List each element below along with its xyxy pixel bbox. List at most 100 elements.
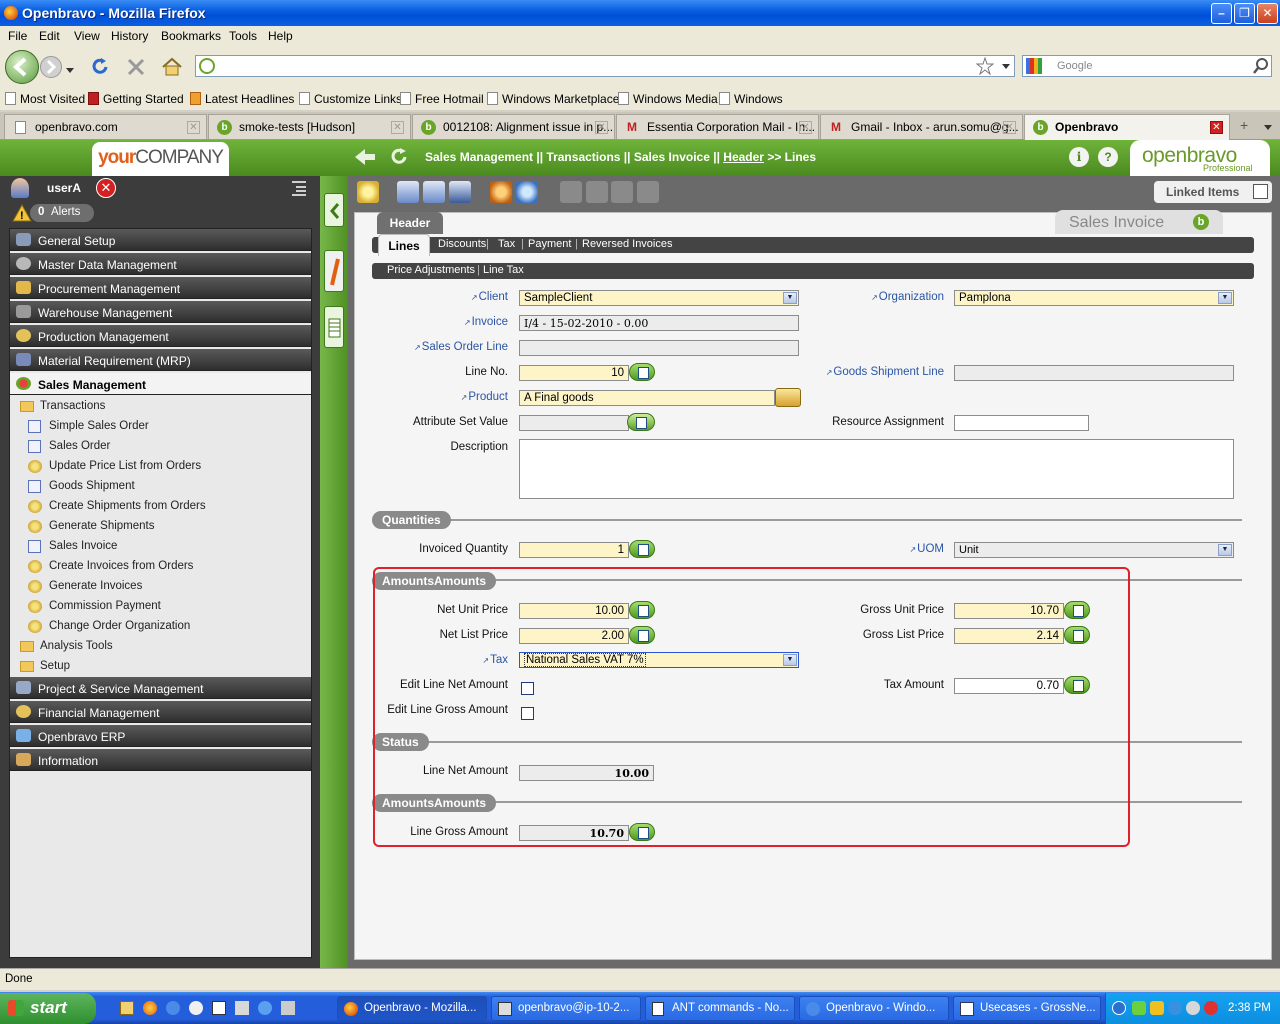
organization-label[interactable]: Organization <box>835 291 944 303</box>
product-label[interactable]: Product <box>430 391 508 403</box>
bookmark-customize-links[interactable]: Customize Links <box>299 92 402 106</box>
quantities-section-header[interactable]: Quantities <box>372 511 451 529</box>
menu-tools[interactable]: Tools <box>229 29 257 43</box>
search-icon[interactable] <box>1253 58 1269 74</box>
bookmark-star-icon[interactable] <box>976 57 994 75</box>
browser-tab-openbravo-com[interactable]: openbravo.com ✕ <box>4 114 207 139</box>
description-textarea[interactable] <box>519 439 1234 499</box>
menu-openbravo-erp[interactable]: Openbravo ERP <box>10 725 311 747</box>
menu-financial[interactable]: Financial Management <box>10 701 311 723</box>
tab-discounts[interactable]: Discounts <box>438 238 486 250</box>
menu-item-generate-invoices[interactable]: Generate Invoices <box>49 580 142 592</box>
task-usecases-doc[interactable]: Usecases - GrossNe... <box>953 996 1101 1021</box>
user-name[interactable]: userA <box>47 181 81 195</box>
close-tab-icon[interactable]: ✕ <box>1003 121 1016 134</box>
menu-item-update-price-list[interactable]: Update Price List from Orders <box>49 460 201 472</box>
menu-item-sales-invoice[interactable]: Sales Invoice <box>49 540 117 552</box>
line-no-input[interactable]: 10 <box>519 365 629 381</box>
new-tab-icon[interactable]: + <box>1240 117 1248 133</box>
quicklaunch-folder-icon[interactable] <box>120 1001 134 1015</box>
tray-expand-icon[interactable] <box>1112 1001 1126 1015</box>
menu-mrp[interactable]: Material Requirement (MRP) <box>10 349 311 371</box>
next-record-icon[interactable] <box>611 181 633 203</box>
edit-view-button[interactable] <box>324 250 344 292</box>
calculator-icon[interactable] <box>629 363 655 381</box>
breadcrumb-header-link[interactable]: Header <box>723 150 764 164</box>
invoiced-quantity-input[interactable]: 1 <box>519 542 629 558</box>
resource-assignment-input[interactable] <box>954 415 1089 431</box>
search-record-icon[interactable] <box>516 181 538 203</box>
menu-master-data[interactable]: Master Data Management <box>10 253 311 275</box>
collapse-left-panel-button[interactable] <box>324 193 344 227</box>
menu-item-create-shipments[interactable]: Create Shipments from Orders <box>49 500 206 512</box>
client-select[interactable]: SampleClient ▼ <box>519 290 799 306</box>
calculator-icon[interactable] <box>629 540 655 558</box>
tab-reversed-invoices[interactable]: Reversed Invoices <box>582 238 673 250</box>
save-icon[interactable] <box>449 181 471 203</box>
menu-help[interactable]: Help <box>268 29 293 43</box>
product-selector-icon[interactable] <box>775 388 801 407</box>
task-ssh-session[interactable]: openbravo@ip-10-2... <box>491 996 641 1021</box>
client-label[interactable]: Client <box>440 291 508 303</box>
tab-price-adjustments[interactable]: Price Adjustments <box>387 264 475 276</box>
search-bar[interactable]: Google <box>1022 55 1272 77</box>
stop-button[interactable] <box>125 56 147 78</box>
tab-header[interactable]: Header <box>377 212 443 234</box>
bookmark-latest-headlines[interactable]: Latest Headlines <box>190 92 294 106</box>
task-openbravo-firefox[interactable]: Openbravo - Mozilla... <box>337 996 487 1021</box>
bookmark-free-hotmail[interactable]: Free Hotmail <box>400 92 484 106</box>
quicklaunch-desktop-icon[interactable] <box>212 1001 226 1015</box>
goods-shipment-line-label[interactable]: Goods Shipment Line <box>820 366 944 378</box>
quicklaunch-firefox-icon[interactable] <box>143 1001 157 1015</box>
tray-network-icon[interactable] <box>1150 1001 1164 1015</box>
close-window-button[interactable]: ✕ <box>1257 3 1278 24</box>
first-record-icon[interactable] <box>560 181 582 203</box>
menu-information[interactable]: Information <box>10 749 311 771</box>
back-nav-button[interactable] <box>354 147 376 167</box>
history-dropdown[interactable] <box>66 63 74 73</box>
bookmark-most-visited[interactable]: Most Visited <box>5 92 85 106</box>
tab-list-dropdown[interactable] <box>1264 120 1272 134</box>
start-button[interactable]: start <box>0 993 96 1024</box>
browser-tab-gmail[interactable]: M Gmail - Inbox - arun.somu@g... ✕ <box>820 114 1023 139</box>
refresh-button[interactable] <box>388 146 410 168</box>
last-record-icon[interactable] <box>637 181 659 203</box>
close-tab-icon[interactable]: ✕ <box>391 121 404 134</box>
menu-edit[interactable]: Edit <box>39 29 60 43</box>
menu-item-create-invoices[interactable]: Create Invoices from Orders <box>49 560 193 572</box>
attribute-selector-icon[interactable] <box>627 413 655 431</box>
menu-setup[interactable]: Setup <box>40 660 70 672</box>
logout-icon[interactable]: ✕ <box>96 178 116 198</box>
url-dropdown-icon[interactable] <box>1002 64 1010 70</box>
invoice-label[interactable]: Invoice <box>430 316 508 328</box>
menu-bookmarks[interactable]: Bookmarks <box>161 29 221 43</box>
browser-tab-mantis[interactable]: b 0012108: Alignment issue in p... ✕ <box>412 114 615 139</box>
tray-messenger-icon[interactable] <box>1132 1001 1146 1015</box>
quicklaunch-media-icon[interactable] <box>189 1001 203 1015</box>
uom-select[interactable]: Unit ▼ <box>954 542 1234 558</box>
close-tab-icon[interactable]: ✕ <box>799 121 812 134</box>
menu-file[interactable]: File <box>8 29 27 43</box>
menu-production[interactable]: Production Management <box>10 325 311 347</box>
search-input[interactable]: Google <box>1057 60 1092 72</box>
menu-history[interactable]: History <box>111 29 148 43</box>
menu-procurement[interactable]: Procurement Management <box>10 277 311 299</box>
tab-payment[interactable]: Payment <box>528 238 571 250</box>
menu-view[interactable]: View <box>74 29 100 43</box>
menu-analysis-tools[interactable]: Analysis Tools <box>40 640 113 652</box>
menu-sales-management[interactable]: Sales Management <box>10 373 311 395</box>
uom-label[interactable]: UOM <box>880 543 944 555</box>
close-tab-icon[interactable]: ✕ <box>1210 121 1223 134</box>
menu-item-change-order-org[interactable]: Change Order Organization <box>49 620 190 632</box>
forward-button[interactable] <box>40 56 62 78</box>
organization-select[interactable]: Pamplona ▼ <box>954 290 1234 306</box>
bookmark-windows[interactable]: Windows <box>719 92 783 106</box>
tray-update-icon[interactable] <box>1168 1001 1182 1015</box>
menu-item-simple-sales-order[interactable]: Simple Sales Order <box>49 420 149 432</box>
browser-tab-essentia-mail[interactable]: M Essentia Corporation Mail - In... ✕ <box>616 114 819 139</box>
undo-icon[interactable] <box>490 181 512 203</box>
save-new-icon[interactable] <box>397 181 419 203</box>
url-bar[interactable] <box>195 55 1015 77</box>
menu-transactions[interactable]: Transactions <box>40 400 105 412</box>
home-button[interactable] <box>161 56 183 78</box>
